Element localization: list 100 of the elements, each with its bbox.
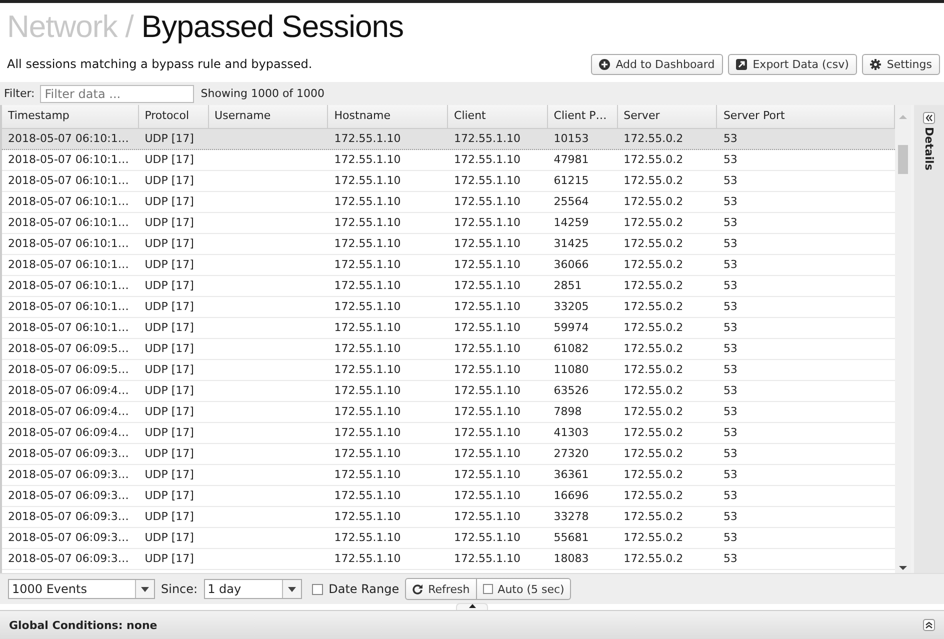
table-row[interactable]: 2018-05-07 06:09:3… UDP [17] 172.55.1.10 172.55.1.10 36361 172.55.0.2 53 bbox=[2, 465, 895, 486]
table-row[interactable]: 2018-05-07 06:09:4… UDP [17] 172.55.1.10 172.55.1.10 63526 172.55.0.2 53 bbox=[2, 381, 895, 402]
table-cell: 172.55.1.10 bbox=[454, 426, 520, 439]
table-cell: 172.55.1.10 bbox=[334, 321, 401, 334]
table-cell: 41303 bbox=[554, 426, 589, 439]
collapse-left-icon[interactable] bbox=[923, 112, 935, 124]
table-row[interactable]: 2018-05-07 06:09:3… UDP [17] 172.55.1.10 172.55.1.10 27320 172.55.0.2 53 bbox=[2, 444, 895, 465]
auto-refresh-button[interactable]: Auto (5 sec) bbox=[476, 578, 572, 600]
table-row[interactable]: 2018-05-07 06:10:1… UDP [17] 172.55.1.10 172.55.1.10 31425 172.55.0.2 53 bbox=[2, 234, 895, 255]
details-panel[interactable]: Details bbox=[911, 105, 944, 573]
table-row[interactable]: 2018-05-07 06:10:1… UDP [17] 172.55.1.10 172.55.1.10 25564 172.55.0.2 53 bbox=[2, 192, 895, 213]
table-cell: 33278 bbox=[554, 510, 589, 523]
table-cell: 172.55.1.10 bbox=[334, 258, 401, 271]
table-cell: 172.55.1.10 bbox=[454, 468, 520, 481]
table-cell: 53 bbox=[723, 447, 738, 460]
action-button[interactable]: Settings bbox=[862, 54, 940, 74]
table-cell: 33205 bbox=[554, 300, 589, 313]
refresh-button[interactable]: Refresh bbox=[405, 578, 477, 600]
table-cell: 172.55.1.10 bbox=[454, 237, 520, 250]
table-cell: 2018-05-07 06:09:3… bbox=[8, 552, 129, 565]
table-cell: UDP [17] bbox=[144, 552, 194, 565]
table-cell: 172.55.1.10 bbox=[334, 447, 401, 460]
panel-handle[interactable] bbox=[456, 603, 488, 610]
table-cell: 172.55.1.10 bbox=[454, 195, 520, 208]
table-cell: UDP [17] bbox=[144, 132, 194, 145]
table-row[interactable]: 2018-05-07 06:09:4… UDP [17] 172.55.1.10 172.55.1.10 7898 172.55.0.2 53 bbox=[2, 402, 895, 423]
table-row[interactable]: 2018-05-07 06:09:5… UDP [17] 172.55.1.10 172.55.1.10 11080 172.55.0.2 53 bbox=[2, 360, 895, 381]
table-row[interactable]: 2018-05-07 06:09:3… UDP [17] 172.55.1.10 172.55.1.10 33278 172.55.0.2 53 bbox=[2, 507, 895, 528]
table-row[interactable]: 2018-05-07 06:10:1… UDP [17] 172.55.1.10 172.55.1.10 33205 172.55.0.2 53 bbox=[2, 297, 895, 318]
table-cell: 36361 bbox=[554, 468, 589, 481]
since-dropdown[interactable]: 1 day bbox=[204, 579, 302, 599]
table-row[interactable]: 2018-05-07 06:09:4… UDP [17] 172.55.1.10 172.55.1.10 41303 172.55.0.2 53 bbox=[2, 423, 895, 444]
plus-circle-icon bbox=[598, 58, 610, 70]
table-cell: UDP [17] bbox=[144, 405, 194, 418]
export-icon bbox=[736, 58, 747, 70]
table-cell: 172.55.1.10 bbox=[334, 342, 401, 355]
global-conditions-bar[interactable]: Global Conditions: none bbox=[0, 610, 944, 639]
since-label: Since: bbox=[161, 582, 198, 596]
table-cell: 172.55.1.10 bbox=[334, 174, 401, 187]
table-cell: 172.55.0.2 bbox=[624, 363, 684, 376]
table-cell: 2018-05-07 06:09:3… bbox=[8, 489, 129, 502]
column-header[interactable]: Client P… bbox=[548, 105, 618, 128]
table-cell: 172.55.0.2 bbox=[624, 447, 684, 460]
table-cell: 172.55.1.10 bbox=[454, 531, 520, 544]
scrollbar[interactable] bbox=[895, 105, 911, 573]
column-header[interactable]: Username bbox=[208, 105, 328, 128]
table-cell: 2018-05-07 06:10:1… bbox=[8, 321, 129, 334]
table-cell: 172.55.1.10 bbox=[454, 279, 520, 292]
table-cell: 14259 bbox=[554, 216, 589, 229]
table-row[interactable]: 2018-05-07 06:10:1… UDP [17] 172.55.1.10 172.55.1.10 61215 172.55.0.2 53 bbox=[2, 171, 895, 192]
expand-up-icon[interactable] bbox=[923, 619, 935, 631]
table-cell: 172.55.1.10 bbox=[454, 447, 520, 460]
table-row[interactable]: 2018-05-07 06:09:5… UDP [17] 172.55.1.10 172.55.1.10 61082 172.55.0.2 53 bbox=[2, 339, 895, 360]
filter-field[interactable]: Filter data ... bbox=[40, 84, 194, 102]
table-cell: UDP [17] bbox=[144, 279, 194, 292]
table-row[interactable]: 2018-05-07 06:10:1… UDP [17] 172.55.1.10 172.55.1.10 47981 172.55.0.2 53 bbox=[2, 150, 895, 171]
table-cell: 172.55.0.2 bbox=[624, 384, 684, 397]
table-row[interactable]: 2018-05-07 06:09:3… UDP [17] 172.55.1.10 172.55.1.10 55681 172.55.0.2 53 bbox=[2, 528, 895, 549]
table-cell: 53 bbox=[723, 153, 738, 166]
auto-checkbox[interactable] bbox=[482, 584, 493, 594]
table-cell: 172.55.1.10 bbox=[454, 153, 520, 166]
table-cell: 53 bbox=[723, 384, 738, 397]
table-cell: 172.55.1.10 bbox=[454, 405, 520, 418]
table-cell: 53 bbox=[723, 552, 738, 565]
table-cell: 11080 bbox=[554, 363, 589, 376]
action-button[interactable]: Add to Dashboard bbox=[590, 54, 723, 74]
table-cell: 172.55.1.10 bbox=[454, 132, 520, 145]
column-header[interactable]: Server bbox=[618, 105, 718, 128]
column-header[interactable]: Timestamp bbox=[2, 105, 139, 128]
table-cell: 172.55.0.2 bbox=[624, 489, 684, 502]
page-title: Bypassed Sessions bbox=[141, 9, 404, 45]
table-row[interactable]: 2018-05-07 06:10:1… UDP [17] 172.55.1.10 172.55.1.10 59974 172.55.0.2 53 bbox=[2, 318, 895, 339]
action-button[interactable]: Export Data (csv) bbox=[728, 54, 857, 74]
table-cell: 172.55.1.10 bbox=[454, 489, 520, 502]
table-cell: 172.55.1.10 bbox=[334, 153, 401, 166]
column-header[interactable]: Hostname bbox=[328, 105, 448, 128]
table-cell: 53 bbox=[723, 258, 738, 271]
table-cell: 53 bbox=[723, 237, 738, 250]
table-cell: 172.55.1.10 bbox=[334, 363, 401, 376]
events-dropdown[interactable]: 1000 Events bbox=[8, 579, 155, 599]
date-range-label: Date Range bbox=[328, 582, 400, 596]
table-row[interactable]: 2018-05-07 06:10:1… UDP [17] 172.55.1.10 172.55.1.10 2851 172.55.0.2 53 bbox=[2, 276, 895, 297]
table-cell: 172.55.1.10 bbox=[454, 300, 520, 313]
table-row[interactable]: 2018-05-07 06:10:1… UDP [17] 172.55.1.10 172.55.1.10 10153 172.55.0.2 53 bbox=[2, 129, 895, 150]
table-row[interactable]: 2018-05-07 06:09:3… UDP [17] 172.55.1.10 172.55.1.10 16696 172.55.0.2 53 bbox=[2, 486, 895, 507]
table-cell: 2018-05-07 06:10:1… bbox=[8, 300, 129, 313]
table-cell: 172.55.1.10 bbox=[334, 279, 401, 292]
table-cell: 31425 bbox=[554, 237, 589, 250]
date-range-checkbox[interactable] bbox=[312, 584, 323, 594]
table-row[interactable]: 2018-05-07 06:09:3… UDP [17] 172.55.1.10 172.55.1.10 18083 172.55.0.2 53 bbox=[2, 549, 895, 570]
table-row[interactable]: 2018-05-07 06:10:1… UDP [17] 172.55.1.10 172.55.1.10 14259 172.55.0.2 53 bbox=[2, 213, 895, 234]
column-header[interactable]: Client bbox=[448, 105, 548, 128]
table-cell: 53 bbox=[723, 174, 738, 187]
column-header[interactable]: Protocol bbox=[138, 105, 209, 128]
table-cell: 172.55.1.10 bbox=[334, 510, 401, 523]
table-row[interactable]: 2018-05-07 06:10:1… UDP [17] 172.55.1.10 172.55.1.10 36066 172.55.0.2 53 bbox=[2, 255, 895, 276]
table-cell: 59974 bbox=[554, 321, 589, 334]
caret-icon bbox=[141, 586, 149, 592]
table-cell: 2018-05-07 06:09:4… bbox=[8, 384, 129, 397]
table-cell: UDP [17] bbox=[144, 342, 194, 355]
